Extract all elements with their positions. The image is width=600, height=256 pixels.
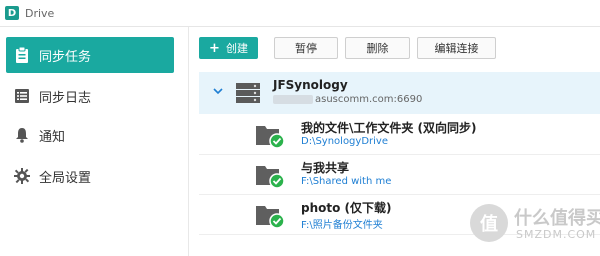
task-name: 与我共享 — [301, 161, 350, 175]
server-icon — [236, 83, 260, 103]
delete-button[interactable]: 删除 — [345, 37, 410, 59]
connection-address-text: asuscomm.com:6690 — [315, 94, 423, 105]
folder-synced-icon — [256, 206, 285, 229]
watermark-logo-icon: 值 — [470, 204, 508, 242]
sidebar-item-label: 同步日志 — [39, 90, 92, 106]
task-row[interactable]: 我的文件\工作文件夹 (双向同步) D:\SynologyDrive — [199, 114, 600, 155]
task-name: 我的文件\工作文件夹 (双向同步) — [301, 121, 477, 135]
folder-synced-icon — [256, 126, 285, 149]
sidebar-item-global-settings[interactable]: 全局设置 — [6, 158, 174, 194]
edit-connection-button[interactable]: 编辑连接 — [417, 37, 496, 59]
plus-icon: + — [209, 40, 220, 56]
task-path[interactable]: F:\Shared with me — [301, 176, 391, 187]
sidebar-item-label: 全局设置 — [39, 170, 92, 186]
sidebar-item-sync-tasks[interactable]: 同步任务 — [6, 37, 174, 73]
folder-synced-icon — [256, 166, 285, 189]
connection-address: asuscomm.com:6690 — [273, 94, 422, 105]
create-button-label: 创建 — [225, 42, 248, 55]
title-bar: D Drive — [0, 0, 600, 27]
chevron-down-icon[interactable] — [213, 86, 223, 96]
sidebar-item-notifications[interactable]: 通知 — [6, 117, 174, 153]
log-list-icon — [14, 88, 30, 104]
edit-connection-label: 编辑连接 — [434, 42, 479, 55]
drive-logo-icon: D — [5, 6, 19, 20]
bell-icon — [14, 127, 30, 143]
task-row[interactable]: 与我共享 F:\Shared with me — [199, 154, 600, 195]
pause-button-label: 暂停 — [295, 42, 317, 55]
watermark-subtext: SMZDM.COM — [516, 228, 597, 241]
sidebar-item-sync-log[interactable]: 同步日志 — [6, 78, 174, 114]
sidebar-item-label: 通知 — [39, 129, 66, 145]
pause-button[interactable]: 暂停 — [274, 37, 338, 59]
gear-icon — [14, 168, 30, 184]
redacted-host — [273, 94, 313, 104]
task-path[interactable]: F:\照片备份文件夹 — [301, 216, 383, 231]
clipboard-icon — [14, 47, 30, 63]
delete-button-label: 删除 — [366, 42, 389, 55]
task-name: photo (仅下载) — [301, 201, 392, 215]
watermark: 值 什么值得买 SMZDM.COM — [470, 200, 600, 252]
sidebar: 同步任务 同步日志 通知 全局设置 — [0, 27, 189, 256]
window-title: Drive — [25, 6, 55, 20]
task-path[interactable]: D:\SynologyDrive — [301, 136, 388, 147]
sidebar-item-label: 同步任务 — [39, 49, 92, 65]
create-button[interactable]: + 创建 — [199, 37, 258, 59]
connection-name: JFSynology — [273, 78, 348, 92]
connection-row[interactable]: JFSynology asuscomm.com:6690 — [199, 72, 600, 114]
watermark-text: 什么值得买 — [514, 208, 600, 229]
